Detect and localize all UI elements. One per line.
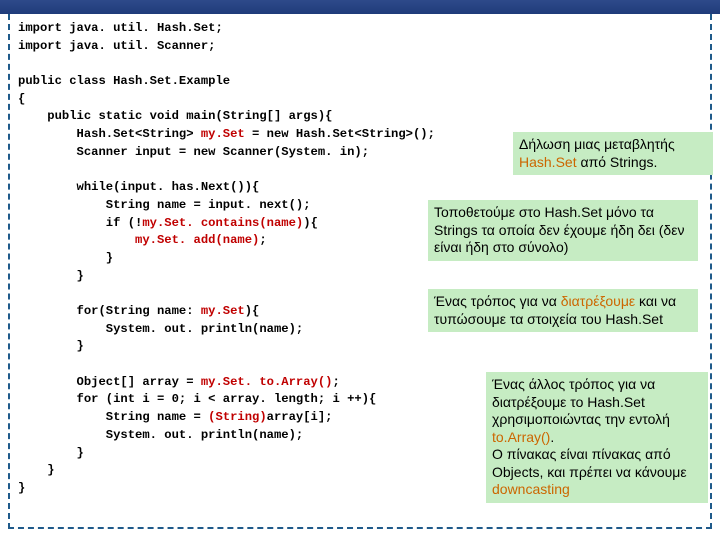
code-line: Hash.Set<String> my.Set = new Hash.Set<S… — [18, 127, 435, 141]
callout-text: Τοποθετούμε στο Hash.Set μόνο τα Strings… — [434, 204, 684, 255]
callout-keyword: downcasting — [492, 481, 570, 497]
code-line: Scanner input = new Scanner(System. in); — [18, 145, 369, 159]
var-myset: my.Set — [201, 127, 245, 141]
code-line: } — [18, 269, 84, 283]
code-line: System. out. println(name); — [18, 322, 303, 336]
code-line: public static void main(String[] args){ — [18, 109, 333, 123]
callout-keyword: to.Array() — [492, 429, 550, 445]
code-line: String name = input. next(); — [18, 198, 311, 212]
expr-toarray: my.Set. to.Array() — [201, 375, 333, 389]
callout-keyword: διατρέξουμε — [561, 293, 635, 309]
code-line: public class Hash.Set.Example — [18, 74, 230, 88]
code-line: } — [18, 463, 55, 477]
expr-add: my.Set. add(name) — [135, 233, 259, 247]
callout-text: Ένας άλλος τρόπος για να διατρέξουμε το … — [492, 376, 670, 427]
var-myset-iter: my.Set — [201, 304, 245, 318]
code-line: } — [18, 251, 113, 265]
callout-toarray: Ένας άλλος τρόπος για να διατρέξουμε το … — [486, 372, 708, 503]
code-line: import java. util. Hash.Set; — [18, 21, 223, 35]
callout-text: Ένας τρόπος για να — [434, 293, 561, 309]
callout-text: . — [550, 429, 554, 445]
code-line: { — [18, 92, 25, 106]
code-line: import java. util. Scanner; — [18, 39, 215, 53]
callout-iterate: Ένας τρόπος για να διατρέξουμε και να τυ… — [428, 289, 698, 332]
code-line: String name = (String)array[i]; — [18, 410, 333, 424]
code-line: System. out. println(name); — [18, 428, 303, 442]
callout-declaration: Δήλωση μιας μεταβλητής Hash.Set από Stri… — [513, 132, 713, 175]
callout-text: Δήλωση μιας μεταβλητής — [519, 136, 675, 152]
expr-contains: my.Set. contains(name) — [142, 216, 303, 230]
code-line: } — [18, 446, 84, 460]
code-line: Object[] array = my.Set. to.Array(); — [18, 375, 340, 389]
code-line: } — [18, 481, 25, 495]
callout-text: από Strings. — [577, 154, 658, 170]
expr-cast: (String) — [208, 410, 267, 424]
callout-contains: Τοποθετούμε στο Hash.Set μόνο τα Strings… — [428, 200, 698, 261]
slide-content: import java. util. Hash.Set; import java… — [8, 14, 712, 529]
code-line: while(input. has.Next()){ — [18, 180, 259, 194]
code-line: for (int i = 0; i < array. length; i ++)… — [18, 392, 376, 406]
callout-keyword: Hash.Set — [519, 154, 577, 170]
code-line: if (!my.Set. contains(name)){ — [18, 216, 318, 230]
code-line: my.Set. add(name); — [18, 233, 267, 247]
code-line: for(String name: my.Set){ — [18, 304, 259, 318]
code-line: } — [18, 339, 84, 353]
header-bar — [0, 0, 720, 14]
callout-text: Ο πίνακας είναι πίνακας από Objects, και… — [492, 446, 687, 480]
